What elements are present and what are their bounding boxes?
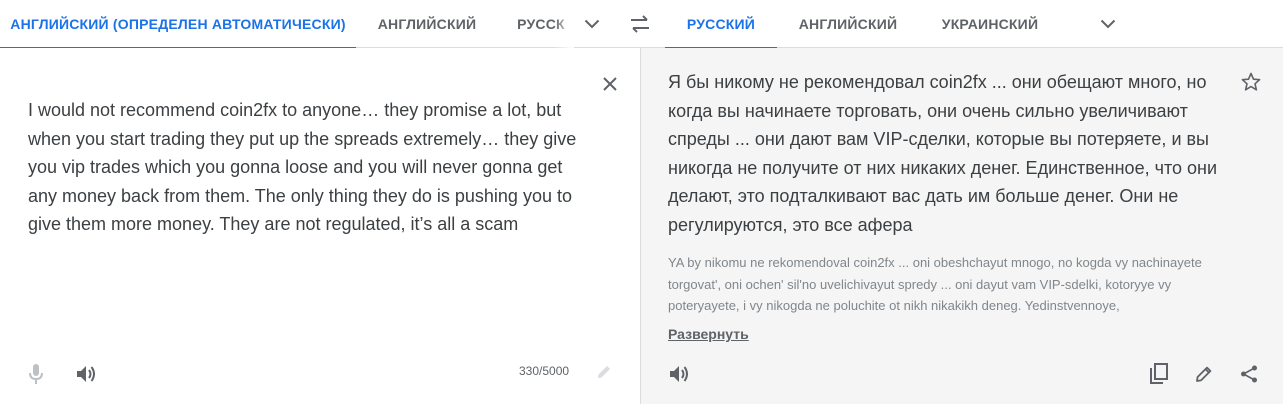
transliteration-text: YA by nikomu ne rekomendoval coin2fx ...… <box>668 255 1202 313</box>
tab-target-english[interactable]: АНГЛИЙСКИЙ <box>789 0 907 48</box>
share-translation-button[interactable] <box>1235 360 1263 388</box>
source-languages-dropdown[interactable] <box>578 12 606 36</box>
target-pane: Я бы никому не рекомендовал coin2fx ... … <box>641 48 1283 404</box>
tab-target-russian[interactable]: РУССКИЙ <box>665 0 777 49</box>
language-bar: АНГЛИЙСКИЙ (ОПРЕДЕЛЕН АВТОМАТИЧЕСКИ) АНГ… <box>0 0 1283 49</box>
save-translation-button[interactable] <box>1237 68 1265 96</box>
speaker-icon <box>670 366 688 382</box>
star-icon <box>1241 72 1261 91</box>
tab-fade-mask <box>554 0 574 48</box>
speaker-icon <box>77 366 95 382</box>
tab-source-russian[interactable]: РУССК <box>508 0 574 48</box>
swap-languages-button[interactable] <box>624 10 656 38</box>
voice-input-button[interactable] <box>22 360 50 388</box>
copy-icon <box>1150 363 1168 384</box>
close-icon <box>603 77 617 91</box>
translation-text[interactable]: Я бы никому не рекомендовал coin2fx ... … <box>668 68 1228 239</box>
chevron-down-icon <box>1100 19 1116 29</box>
listen-source-button[interactable] <box>72 360 100 388</box>
swap-icon <box>631 15 649 33</box>
source-text[interactable]: I would not recommend coin2fx to anyone…… <box>28 96 588 239</box>
listen-translation-button[interactable] <box>665 360 693 388</box>
clear-source-button[interactable] <box>596 70 624 98</box>
tab-source-detected[interactable]: АНГЛИЙСКИЙ (ОПРЕДЕЛЕН АВТОМАТИЧЕСКИ) <box>0 0 356 49</box>
microphone-icon <box>29 364 43 384</box>
source-pane: I would not recommend coin2fx to anyone…… <box>0 48 640 404</box>
expand-transliteration-link[interactable]: Развернуть <box>668 326 749 342</box>
tab-target-ukrainian[interactable]: УКРАИНСКИЙ <box>929 0 1051 48</box>
character-count: 330/5000 <box>519 364 570 378</box>
pencil-icon <box>1196 366 1212 382</box>
share-icon <box>1241 365 1257 383</box>
chevron-down-icon <box>584 19 600 29</box>
tab-source-english[interactable]: АНГЛИЙСКИЙ <box>368 0 486 48</box>
edit-source-button <box>592 360 616 384</box>
copy-translation-button[interactable] <box>1145 360 1173 388</box>
target-languages-dropdown[interactable] <box>1094 12 1122 36</box>
suggest-edit-button[interactable] <box>1190 360 1218 388</box>
pencil-icon <box>598 366 610 378</box>
